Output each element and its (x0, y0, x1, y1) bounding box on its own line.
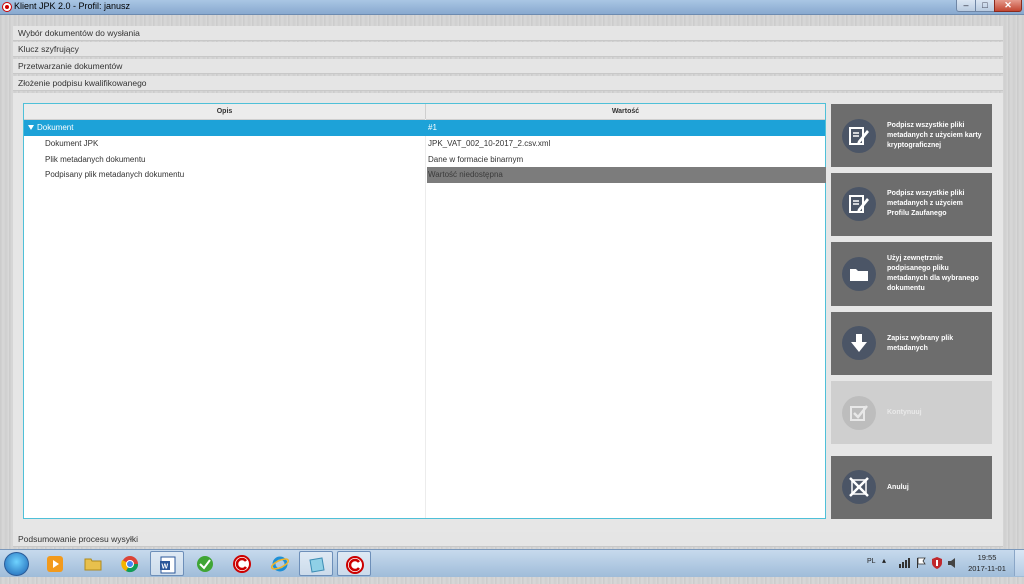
taskbar-app-green[interactable] (188, 551, 222, 576)
table-header: Opis Wartość (24, 104, 825, 120)
row-value: Wartość niedostępna (427, 167, 826, 183)
save-metadata-button[interactable]: Zapisz wybrany plik metadanych (831, 312, 992, 375)
sign-with-trusted-profile-button[interactable]: Podpisz wszystkie pliki metadanych z uży… (831, 173, 992, 236)
security-shield-icon[interactable] (931, 556, 943, 570)
media-player-icon (47, 556, 63, 572)
continue-button[interactable]: Kontynuuj (831, 381, 992, 444)
language-indicator[interactable]: PL (867, 558, 876, 584)
cancel-label: Anuluj (887, 484, 909, 491)
checkbox-icon (842, 396, 876, 430)
use-external-label: Użyj zewnętrznie podpisanego pliku metad… (887, 255, 979, 292)
table-row[interactable]: Podpisany plik metadanych dokumentu Wart… (24, 167, 826, 183)
title-bar: Klient JPK 2.0 - Profil: janusz – □ ✕ (0, 0, 1024, 15)
system-clock[interactable]: 19:55 2017-11-01 (963, 552, 1011, 574)
chrome-icon (121, 556, 139, 573)
taskbar-explorer[interactable] (76, 551, 110, 576)
volume-icon[interactable] (947, 557, 959, 569)
step-select-documents[interactable]: Wybór dokumentów do wysłania (13, 26, 1003, 41)
sign-with-card-label: Podpisz wszystkie pliki metadanych z uży… (887, 122, 982, 149)
maximize-button[interactable]: □ (975, 0, 995, 12)
sign-document-icon (842, 119, 876, 153)
download-arrow-icon (842, 326, 876, 360)
step-processing[interactable]: Przetwarzanie dokumentów (13, 59, 1003, 74)
row-key: Podpisany plik metadanych dokumentu (45, 170, 185, 179)
jpk-client-icon (233, 555, 251, 573)
show-desktop-button[interactable] (1014, 550, 1024, 576)
internet-explorer-icon (271, 556, 289, 572)
start-button[interactable] (4, 552, 29, 576)
minimize-button[interactable]: – (956, 0, 976, 12)
row-value: JPK_VAT_002_10-2017_2.csv.xml (428, 139, 551, 148)
row-value: #1 (428, 123, 437, 132)
clock-time: 19:55 (977, 553, 997, 562)
cancel-x-icon (842, 470, 876, 504)
taskbar-media-player[interactable] (38, 551, 72, 576)
table-row[interactable]: Dokument JPK JPK_VAT_002_10-2017_2.csv.x… (24, 136, 825, 152)
tray-expand-icon[interactable]: ▴ (882, 556, 886, 582)
step-encryption-key[interactable]: Klucz szyfrujący (13, 42, 1003, 57)
sign-document-icon (842, 187, 876, 221)
step-qualified-signature[interactable]: Złożenie podpisu kwalifikowanego (13, 76, 1003, 91)
word-icon: W (160, 556, 176, 574)
close-button[interactable]: ✕ (994, 0, 1022, 12)
window-app-icon (309, 557, 325, 573)
folder-icon (842, 257, 876, 291)
network-icon[interactable] (898, 557, 910, 569)
app-logo-icon (2, 2, 12, 12)
step-summary[interactable]: Podsumowanie procesu wysyłki (13, 532, 1003, 547)
row-value: Dane w formacie binarnym (428, 155, 524, 164)
folder-icon (84, 558, 102, 571)
clock-date: 2017-11-01 (968, 564, 1006, 573)
taskbar-word[interactable]: W (150, 551, 184, 576)
expand-triangle-icon[interactable] (28, 125, 34, 130)
row-key: Dokument (37, 123, 74, 132)
window-title: Klient JPK 2.0 - Profil: janusz (14, 1, 131, 11)
column-header-value[interactable]: Wartość (426, 104, 825, 119)
row-key: Plik metadanych dokumentu (45, 155, 146, 164)
cancel-button[interactable]: Anuluj (831, 456, 992, 519)
taskbar-jpk-client-active[interactable] (337, 551, 371, 576)
taskbar-window-app[interactable] (299, 551, 333, 576)
table-row-document[interactable]: Dokument #1 (24, 120, 825, 136)
taskbar-chrome[interactable] (113, 551, 147, 576)
jpk-client-icon (346, 556, 364, 574)
green-check-app-icon (197, 556, 213, 572)
column-header-description[interactable]: Opis (24, 104, 426, 119)
document-tree-table[interactable]: Opis Wartość Dokument #1 Dokument JPK JP… (23, 103, 826, 519)
taskbar-jpk-client[interactable] (225, 551, 259, 576)
flag-icon[interactable] (915, 557, 927, 569)
sign-with-card-button[interactable]: Podpisz wszystkie pliki metadanych z uży… (831, 104, 992, 167)
continue-label: Kontynuuj (887, 409, 922, 416)
row-key: Dokument JPK (45, 139, 99, 148)
use-external-signature-button[interactable]: Użyj zewnętrznie podpisanego pliku metad… (831, 242, 992, 306)
save-metadata-label: Zapisz wybrany plik metadanych (887, 335, 954, 352)
sign-with-profile-label: Podpisz wszystkie pliki metadanych z uży… (887, 190, 965, 217)
taskbar-internet-explorer[interactable] (263, 551, 297, 576)
table-row[interactable]: Plik metadanych dokumentu Dane w formaci… (24, 152, 825, 168)
svg-text:W: W (162, 564, 169, 571)
taskbar: W PL ▴ 19:55 2017-11-01 (0, 549, 1024, 577)
